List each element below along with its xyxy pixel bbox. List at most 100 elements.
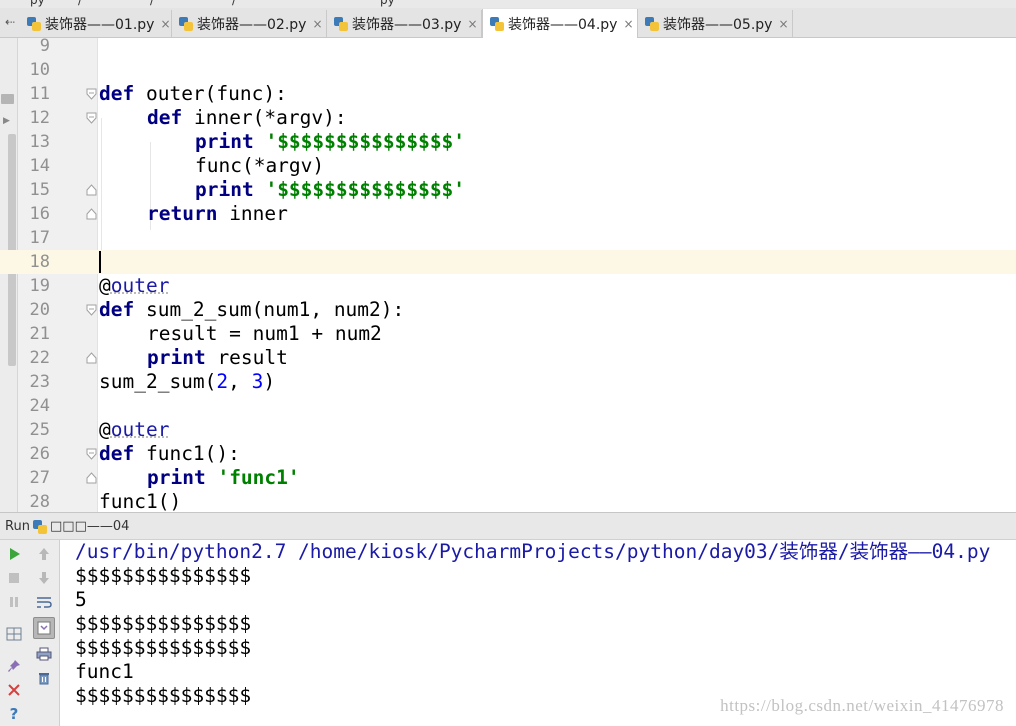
- close-icon[interactable]: ×: [467, 17, 477, 31]
- code-line: 14 func(*argv): [0, 154, 1016, 178]
- tab-label: 装饰器——02.py: [197, 16, 307, 33]
- help-icon[interactable]: ?: [4, 704, 24, 724]
- fold-open-icon[interactable]: [86, 448, 97, 460]
- python-file-icon: [179, 16, 193, 31]
- python-file-icon: [490, 16, 504, 31]
- tab-file-01[interactable]: 装饰器——01.py ×: [20, 10, 172, 37]
- tab-label: 装饰器——05.py: [663, 16, 773, 33]
- run-toolbar: ?: [0, 540, 60, 726]
- line-number: 22: [29, 348, 50, 368]
- tab-file-04-active[interactable]: 装饰器——04.py ×: [482, 9, 638, 38]
- code-text: print '$$$$$$$$$$$$$$$': [195, 178, 466, 201]
- line-number: 19: [29, 276, 50, 296]
- line-number: 15: [29, 180, 50, 200]
- tab-label: 装饰器——04.py: [508, 16, 618, 33]
- arrow-up-icon[interactable]: [34, 544, 54, 564]
- run-config-name[interactable]: □□□——04: [50, 519, 129, 534]
- code-line: 26 def func1():: [0, 442, 1016, 466]
- code-line: 24: [0, 394, 1016, 418]
- line-number: 14: [29, 156, 50, 176]
- code-line: 15 print '$$$$$$$$$$$$$$$': [0, 178, 1016, 202]
- line-number: 21: [29, 324, 50, 344]
- line-number: 16: [29, 204, 50, 224]
- breadcrumb-separator: /: [232, 0, 237, 7]
- line-number: 12: [29, 108, 50, 128]
- breadcrumb-separator: /: [150, 0, 155, 7]
- console-output-line: $$$$$$$$$$$$$$$: [75, 612, 252, 635]
- layout-icon[interactable]: [4, 624, 24, 644]
- code-line: 22 print result: [0, 346, 1016, 370]
- line-number: 10: [29, 60, 50, 80]
- breadcrumb-segment[interactable]: py: [380, 0, 395, 7]
- close-icon[interactable]: ×: [160, 17, 170, 31]
- code-line: 21 result = num1 + num2: [0, 322, 1016, 346]
- fold-open-icon[interactable]: [86, 88, 97, 100]
- line-number: 28: [29, 492, 50, 512]
- python-file-icon: [334, 16, 348, 31]
- code-line: 17: [0, 226, 1016, 250]
- line-number: 11: [29, 84, 50, 104]
- fold-end-icon[interactable]: [86, 184, 97, 196]
- line-number: 27: [29, 468, 50, 488]
- close-icon[interactable]: ×: [312, 17, 322, 31]
- scroll-to-end-icon[interactable]: [33, 617, 55, 639]
- close-icon[interactable]: ×: [623, 17, 633, 31]
- tab-file-03[interactable]: 装饰器——03.py ×: [327, 10, 482, 37]
- text-caret: [99, 251, 101, 273]
- console-output-line: 5: [75, 588, 87, 611]
- play-icon[interactable]: [4, 544, 24, 564]
- code-line: 16 return inner: [0, 202, 1016, 226]
- fold-end-icon[interactable]: [86, 352, 97, 364]
- code-editor[interactable]: ▶ 9 10 11 def outer(func): 12 def inner(…: [0, 38, 1016, 512]
- close-icon[interactable]: [4, 680, 24, 700]
- code-line: 12 def inner(*argv):: [0, 106, 1016, 130]
- fold-end-icon[interactable]: [86, 472, 97, 484]
- line-number: 25: [29, 420, 50, 440]
- watermark-text: https://blog.csdn.net/weixin_41476978: [720, 696, 1004, 715]
- code-text: print '$$$$$$$$$$$$$$$': [195, 130, 466, 153]
- python-run-config-icon: [33, 520, 47, 534]
- code-line: 25 @outer: [0, 418, 1016, 442]
- fold-end-icon[interactable]: [86, 208, 97, 220]
- console-output-line: $$$$$$$$$$$$$$$: [75, 564, 252, 587]
- arrow-down-icon[interactable]: [34, 568, 54, 588]
- code-line: 11 def outer(func):: [0, 82, 1016, 106]
- fold-open-icon[interactable]: [86, 112, 97, 124]
- tab-file-05[interactable]: 装饰器——05.py ×: [638, 10, 793, 37]
- console-command-line[interactable]: /usr/bin/python2.7 /home/kiosk/PycharmPr…: [75, 540, 990, 564]
- fold-open-icon[interactable]: [86, 304, 97, 316]
- code-line: 9: [0, 38, 1016, 58]
- code-text: print result: [147, 346, 288, 369]
- tab-scroll-icon[interactable]: ⇠: [0, 8, 20, 38]
- line-number: 23: [29, 372, 50, 392]
- soft-wrap-icon[interactable]: [34, 592, 54, 612]
- code-line: 27 print 'func1': [0, 466, 1016, 490]
- python-file-icon: [645, 16, 659, 31]
- run-panel-title[interactable]: Run: [5, 519, 30, 534]
- print-icon[interactable]: [34, 644, 54, 664]
- breadcrumb-segment[interactable]: py: [30, 0, 45, 7]
- code-text: @outer: [99, 418, 170, 441]
- code-text: def sum_2_sum(num1, num2):: [99, 298, 405, 321]
- run-panel-header: Run □□□——04: [0, 512, 1016, 540]
- breadcrumb-separator: /: [78, 0, 83, 7]
- code-text: result = num1 + num2: [147, 322, 382, 345]
- console-output-line: func1: [75, 660, 134, 683]
- line-number: 9: [39, 38, 50, 56]
- python-file-icon: [27, 16, 41, 31]
- code-text: func1(): [99, 490, 182, 512]
- line-number: 24: [29, 396, 50, 416]
- tab-file-02[interactable]: 装饰器——02.py ×: [172, 10, 327, 37]
- code-text: @outer: [99, 274, 170, 297]
- close-icon[interactable]: ×: [778, 17, 788, 31]
- code-line: 28 func1(): [0, 490, 1016, 512]
- code-text: print 'func1': [147, 466, 300, 489]
- code-text: def inner(*argv):: [147, 106, 347, 129]
- trash-icon[interactable]: [34, 668, 54, 688]
- pause-icon[interactable]: [4, 592, 24, 612]
- code-line-current: 18: [0, 250, 1016, 274]
- stop-icon[interactable]: [4, 568, 24, 588]
- pin-icon[interactable]: [4, 656, 24, 676]
- line-number: 17: [29, 228, 50, 248]
- code-line: 10: [0, 58, 1016, 82]
